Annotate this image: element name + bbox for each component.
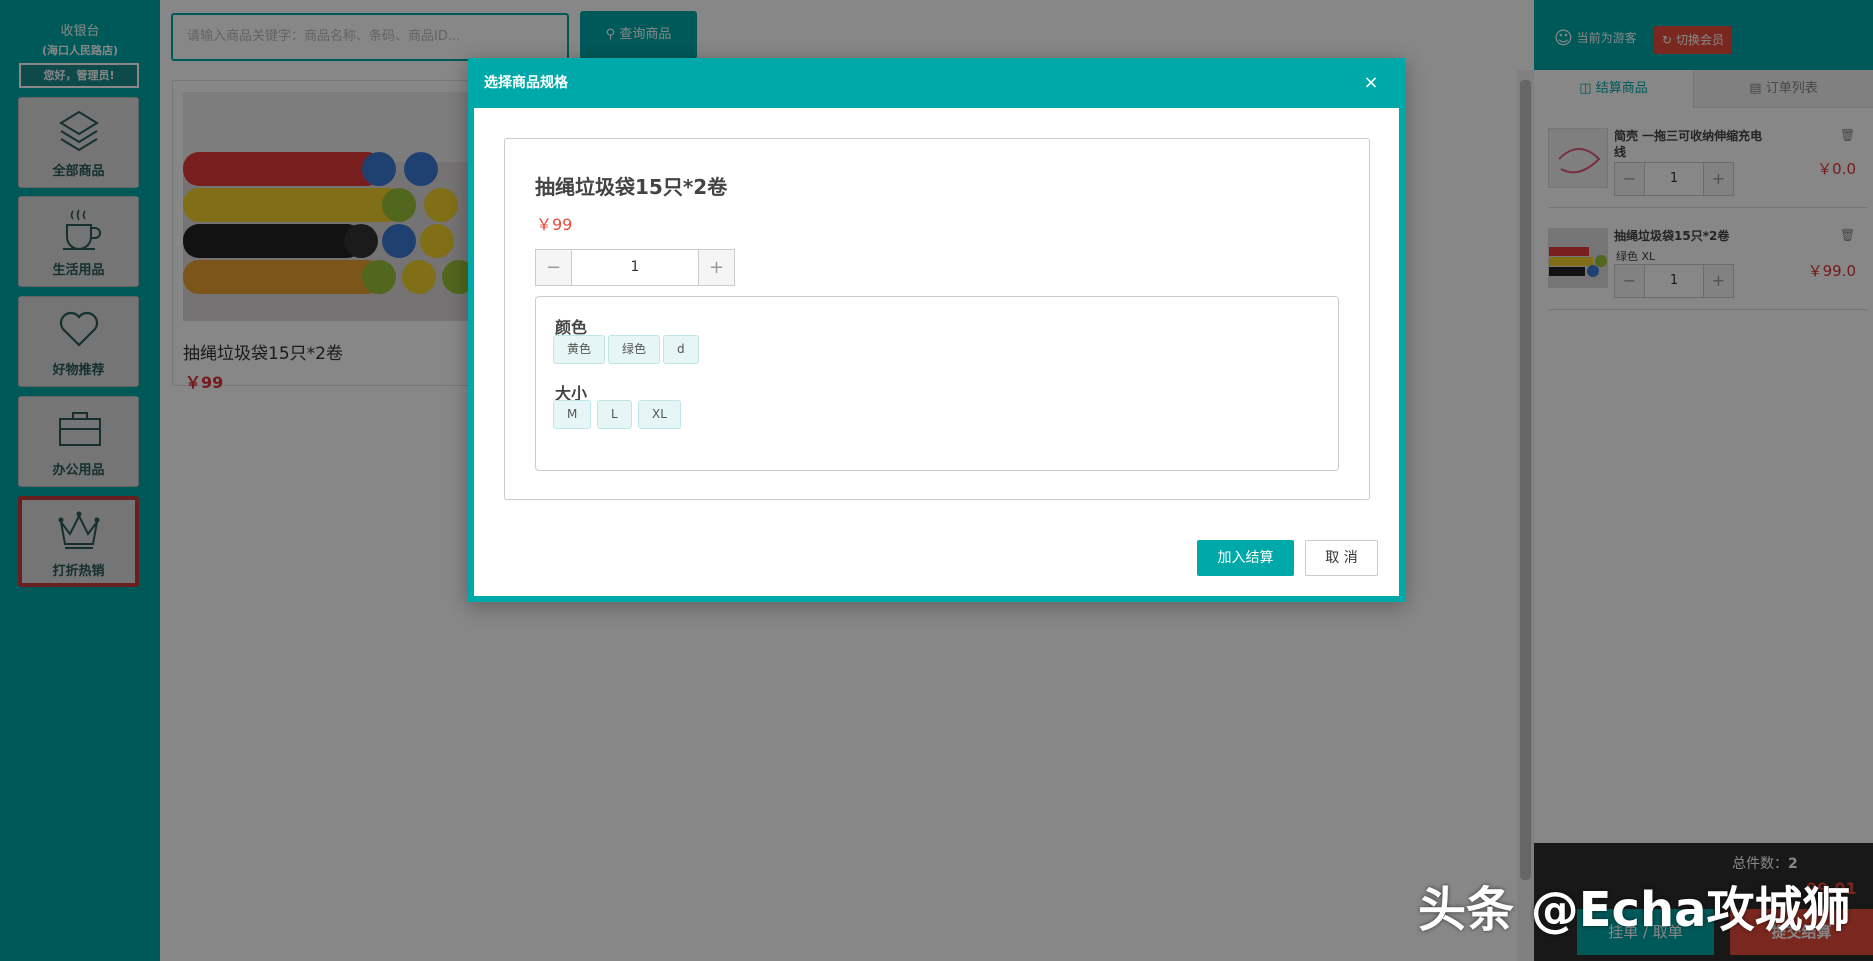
decrease-button[interactable]: − bbox=[536, 250, 572, 285]
spec-option-l[interactable]: L bbox=[597, 400, 632, 429]
quantity-stepper[interactable]: − 1 + bbox=[535, 249, 735, 286]
modal-product-name: 抽绳垃圾袋15只*2卷 bbox=[535, 175, 728, 199]
spec-option-yellow[interactable]: 黄色 bbox=[553, 335, 606, 364]
increase-button[interactable]: + bbox=[698, 250, 734, 285]
spec-modal: 选择商品规格 × 抽绳垃圾袋15只*2卷 ￥99 − 1 + 颜色 黄色 绿色 … bbox=[468, 58, 1405, 602]
close-icon[interactable]: × bbox=[1361, 73, 1381, 93]
modal-product-price: ￥99 bbox=[536, 215, 573, 234]
modal-title: 选择商品规格 bbox=[484, 75, 568, 91]
quantity-input[interactable]: 1 bbox=[572, 250, 698, 285]
product-spec-box: 抽绳垃圾袋15只*2卷 ￥99 − 1 + 颜色 黄色 绿色 d 大小 M L … bbox=[504, 138, 1370, 500]
spec-option-green[interactable]: 绿色 bbox=[608, 335, 661, 364]
spec-option-m[interactable]: M bbox=[553, 400, 592, 429]
spec-option-xl[interactable]: XL bbox=[638, 400, 681, 429]
cancel-button[interactable]: 取 消 bbox=[1305, 540, 1378, 576]
add-to-checkout-button[interactable]: 加入结算 bbox=[1197, 540, 1294, 576]
spec-option-d[interactable]: d bbox=[663, 335, 699, 364]
modal-body: 抽绳垃圾袋15只*2卷 ￥99 − 1 + 颜色 黄色 绿色 d 大小 M L … bbox=[474, 108, 1399, 596]
spec-options: 颜色 黄色 绿色 d 大小 M L XL bbox=[535, 296, 1339, 471]
watermark: 头条 @Echa攻城狮 bbox=[1418, 882, 1851, 938]
